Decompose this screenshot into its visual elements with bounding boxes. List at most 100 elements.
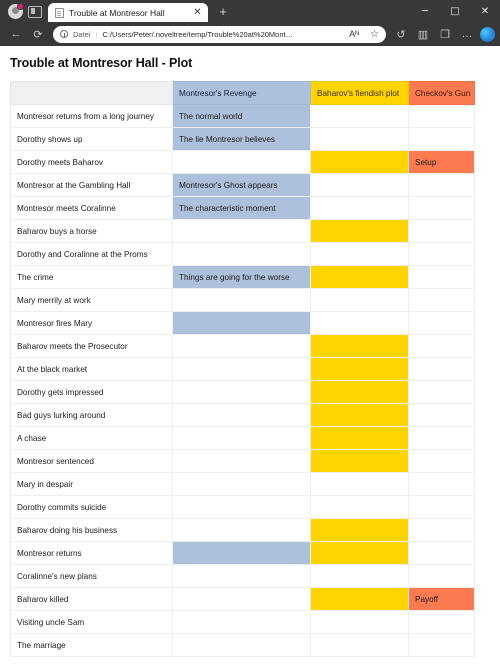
favorite-star-icon[interactable]: ☆: [367, 29, 382, 40]
table-header: Montresor's Revenge Baharov's fiendish pl…: [10, 81, 475, 105]
arc-cell-1: [172, 472, 311, 496]
close-icon[interactable]: ✕: [191, 6, 204, 19]
scene-title-cell: Montresor meets Coralinne: [10, 196, 173, 220]
scene-title-cell: Dorothy commits suicide: [10, 495, 173, 519]
arc-cell-2: [310, 403, 409, 427]
table-row[interactable]: Montresor at the Gambling Hall Montresor'…: [10, 173, 475, 197]
scene-title-cell: Dorothy shows up: [10, 127, 173, 151]
scene-title-cell: Baharov doing his business: [10, 518, 173, 542]
table-row[interactable]: Bad guys lurking around: [10, 403, 475, 427]
browser-window: Trouble at Montresor Hall ✕ + ─ □ ✕ ← ⟳ …: [0, 0, 500, 672]
scene-title-cell: Montresor fires Mary: [10, 311, 173, 335]
minimize-button[interactable]: ─: [410, 0, 440, 22]
table-row[interactable]: A chase: [10, 426, 475, 450]
scene-title-cell: Coralinne's new plans: [10, 564, 173, 588]
table-row[interactable]: The marriage: [10, 633, 475, 657]
table-row[interactable]: The crime Things are going for the worse: [10, 265, 475, 289]
table-body: Montresor returns from a long journey The…: [10, 104, 475, 657]
table-row[interactable]: Baharov buys a horse: [10, 219, 475, 243]
table-row[interactable]: Dorothy gets impressed: [10, 380, 475, 404]
settings-more-icon[interactable]: …: [456, 23, 478, 45]
history-icon[interactable]: ↺: [390, 23, 412, 45]
arc-cell-3: [408, 242, 475, 266]
tab-strip: Trouble at Montresor Hall ✕ + ─ □ ✕: [0, 0, 500, 22]
arc-cell-2: [310, 334, 409, 358]
browser-tab[interactable]: Trouble at Montresor Hall ✕: [48, 3, 208, 22]
arc-cell-1: The normal world: [172, 104, 311, 128]
arc-cell-3: [408, 633, 475, 657]
table-row[interactable]: Baharov meets the Prosecutor: [10, 334, 475, 358]
maximize-button[interactable]: □: [440, 0, 470, 22]
table-row[interactable]: Montresor returns from a long journey The…: [10, 104, 475, 128]
arc-cell-1: [172, 610, 311, 634]
table-row[interactable]: Mary merrily at work: [10, 288, 475, 312]
arc-cell-1: Montresor's Ghost appears: [172, 173, 311, 197]
navigation-toolbar: ← ⟳ Datei | C:/Users/Peter/.noveltree/te…: [0, 22, 500, 46]
arc-cell-3: [408, 311, 475, 335]
arc-cell-3: Payoff: [408, 587, 475, 611]
table-row[interactable]: Dorothy shows up The lie Montresor believ…: [10, 127, 475, 151]
scene-title-cell: Baharov killed: [10, 587, 173, 611]
table-row[interactable]: Coralinne's new plans: [10, 564, 475, 588]
plot-grid-table: Montresor's Revenge Baharov's fiendish pl…: [10, 81, 475, 657]
scene-title-cell: Montresor returns from a long journey: [10, 104, 173, 128]
split-screen-icon[interactable]: ▥: [412, 23, 434, 45]
arc-cell-1: [172, 518, 311, 542]
arc-cell-2: [310, 288, 409, 312]
info-icon[interactable]: [60, 30, 68, 38]
profile-avatar-icon[interactable]: [8, 3, 24, 19]
tab-search-icon[interactable]: [28, 6, 42, 18]
collections-icon[interactable]: ❐: [434, 23, 456, 45]
scene-title-cell: Dorothy gets impressed: [10, 380, 173, 404]
arc-cell-3: [408, 426, 475, 450]
close-window-button[interactable]: ✕: [470, 0, 500, 22]
arc-cell-1: The characteristic moment: [172, 196, 311, 220]
column-header-arc-2: Baharov's fiendish plot: [310, 81, 409, 105]
arc-cell-2: [310, 495, 409, 519]
copilot-icon[interactable]: [480, 26, 495, 42]
scene-title-cell: Mary in despair: [10, 472, 173, 496]
reload-icon[interactable]: ⟳: [27, 23, 49, 45]
table-row[interactable]: Baharov killed Payoff: [10, 587, 475, 611]
arc-cell-3: [408, 380, 475, 404]
arc-cell-1: [172, 334, 311, 358]
table-row[interactable]: Dorothy commits suicide: [10, 495, 475, 519]
document-icon: [55, 7, 64, 18]
scene-title-cell: Dorothy meets Baharov: [10, 150, 173, 174]
arc-cell-1: [172, 242, 311, 266]
table-row[interactable]: Dorothy and Coralinne at the Proms: [10, 242, 475, 266]
arc-cell-3: [408, 334, 475, 358]
scene-title-cell: Baharov buys a horse: [10, 219, 173, 243]
address-bar[interactable]: Datei | C:/Users/Peter/.noveltree/temp/T…: [53, 25, 386, 43]
arc-cell-1: Things are going for the worse: [172, 265, 311, 289]
table-row[interactable]: Dorothy meets Baharov Setup: [10, 150, 475, 174]
table-row[interactable]: Montresor meets Coralinne The characteris…: [10, 196, 475, 220]
arc-cell-2: [310, 265, 409, 289]
new-tab-button[interactable]: +: [214, 2, 232, 20]
arc-cell-3: [408, 127, 475, 151]
arc-cell-1: The lie Montresor believes: [172, 127, 311, 151]
arc-cell-2: [310, 449, 409, 473]
table-row[interactable]: Mary in despair: [10, 472, 475, 496]
arc-cell-2: [310, 564, 409, 588]
arc-cell-1: [172, 426, 311, 450]
table-row[interactable]: Montresor fires Mary: [10, 311, 475, 335]
page-content: Trouble at Montresor Hall - Plot Montres…: [0, 46, 500, 672]
page-title: Trouble at Montresor Hall - Plot: [10, 56, 193, 70]
arc-cell-2: [310, 472, 409, 496]
arc-cell-1: [172, 564, 311, 588]
read-aloud-icon[interactable]: Aᴺ: [346, 29, 362, 39]
table-row[interactable]: At the black market: [10, 357, 475, 381]
arc-cell-2: [310, 610, 409, 634]
arc-cell-1: [172, 449, 311, 473]
table-row[interactable]: Montresor returns: [10, 541, 475, 565]
back-arrow-icon[interactable]: ←: [5, 23, 27, 45]
arc-cell-3: [408, 357, 475, 381]
table-row[interactable]: Baharov doing his business: [10, 518, 475, 542]
table-row[interactable]: Visiting uncle Sam: [10, 610, 475, 634]
column-header-blank: [10, 81, 173, 105]
arc-cell-1: [172, 587, 311, 611]
scene-title-cell: A chase: [10, 426, 173, 450]
scene-title-cell: Bad guys lurking around: [10, 403, 173, 427]
table-row[interactable]: Montresor sentenced: [10, 449, 475, 473]
